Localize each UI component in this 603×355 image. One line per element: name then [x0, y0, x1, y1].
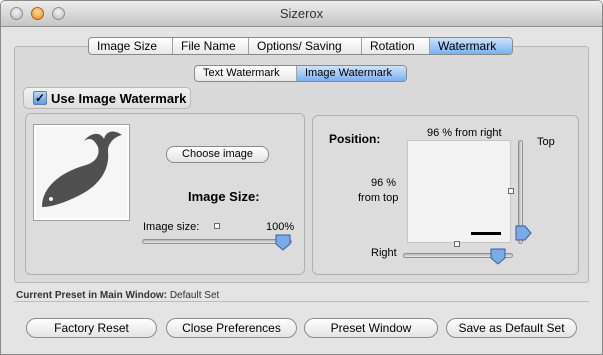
- from-top-text: from top: [358, 192, 399, 204]
- top-position-slider-knob[interactable]: [515, 225, 532, 241]
- tab-image-watermark[interactable]: Image Watermark: [297, 66, 406, 81]
- whale-icon: [42, 131, 122, 207]
- preferences-window: Sizerox Image Size File Name Options/ Sa…: [0, 0, 603, 355]
- close-preferences-button[interactable]: Close Preferences: [166, 318, 297, 338]
- right-slider-tick-mark: [454, 241, 460, 247]
- use-image-watermark-label: Use Image Watermark: [51, 91, 187, 106]
- use-image-watermark-checkbox[interactable]: ✓: [33, 91, 47, 105]
- top-label: Top: [537, 136, 555, 148]
- tab-file-name[interactable]: File Name: [173, 38, 249, 54]
- tab-options-saving[interactable]: Options/ Saving: [249, 38, 362, 54]
- image-size-label: Image size:: [143, 221, 200, 233]
- image-size-heading: Image Size:: [188, 189, 260, 204]
- image-size-slider-knob[interactable]: [275, 234, 291, 251]
- watermark-image-well[interactable]: [33, 124, 130, 221]
- watermark-sub-tab-bar: Text Watermark Image Watermark: [194, 65, 407, 82]
- tab-watermark[interactable]: Watermark: [430, 38, 512, 54]
- image-size-value: 100%: [266, 221, 295, 233]
- position-heading: Position:: [329, 132, 381, 146]
- image-size-slider-track[interactable]: [142, 239, 292, 244]
- tab-text-watermark[interactable]: Text Watermark: [195, 66, 297, 81]
- current-preset-label: Current Preset in Main Window:: [16, 290, 168, 301]
- window-title: Sizerox: [279, 6, 324, 21]
- position-preview-area: [407, 140, 511, 243]
- top-slider-tick-mark: [508, 188, 514, 194]
- current-preset-line: Current Preset in Main Window: Default S…: [16, 290, 219, 301]
- title-bar: Sizerox: [1, 1, 602, 27]
- save-as-default-set-button[interactable]: Save as Default Set: [446, 318, 577, 338]
- use-image-watermark-group: ✓ Use Image Watermark: [23, 87, 191, 109]
- footer-separator: [14, 301, 589, 302]
- right-position-slider-knob[interactable]: [490, 248, 506, 265]
- tab-image-size[interactable]: Image Size: [89, 38, 173, 54]
- from-top-value: 96 %: [371, 177, 397, 189]
- preset-window-button[interactable]: Preset Window: [304, 318, 438, 338]
- choose-image-button[interactable]: Choose image: [166, 146, 269, 163]
- right-label: Right: [371, 247, 397, 259]
- image-size-tick-mark: [214, 223, 220, 229]
- factory-reset-button[interactable]: Factory Reset: [26, 318, 157, 338]
- tab-rotation[interactable]: Rotation: [362, 38, 430, 54]
- from-right-text: 96 % from right: [427, 127, 502, 139]
- main-tab-bar: Image Size File Name Options/ Saving Rot…: [88, 37, 513, 55]
- watermark-position-marker: [471, 232, 501, 235]
- current-preset-value: Default Set: [169, 290, 220, 301]
